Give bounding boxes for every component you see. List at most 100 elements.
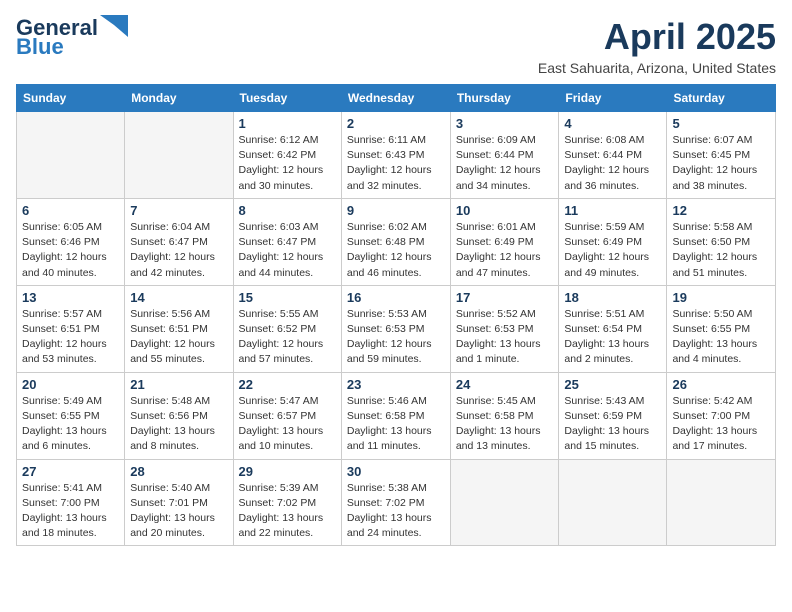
- title-area: April 2025 East Sahuarita, Arizona, Unit…: [538, 16, 776, 76]
- calendar-cell: 5 Sunrise: 6:07 AMSunset: 6:45 PMDaylight…: [667, 112, 776, 199]
- col-header-monday: Monday: [125, 85, 233, 112]
- calendar-cell: 13 Sunrise: 5:57 AMSunset: 6:51 PMDayligh…: [17, 285, 125, 372]
- col-header-saturday: Saturday: [667, 85, 776, 112]
- calendar-cell: 21 Sunrise: 5:48 AMSunset: 6:56 PMDayligh…: [125, 372, 233, 459]
- col-header-tuesday: Tuesday: [233, 85, 341, 112]
- day-number: 23: [347, 377, 445, 392]
- day-number: 12: [672, 203, 770, 218]
- day-info: Sunrise: 6:05 AMSunset: 6:46 PMDaylight:…: [22, 220, 119, 281]
- calendar-cell: 4Sunrise: 6:08 AMSunset: 6:44 PMDaylight…: [559, 112, 667, 199]
- day-number: 13: [22, 290, 119, 305]
- calendar-cell: 23 Sunrise: 5:46 AMSunset: 6:58 PMDayligh…: [341, 372, 450, 459]
- calendar-cell: 12 Sunrise: 5:58 AMSunset: 6:50 PMDayligh…: [667, 198, 776, 285]
- calendar-cell: 24 Sunrise: 5:45 AMSunset: 6:58 PMDayligh…: [450, 372, 559, 459]
- location-title: East Sahuarita, Arizona, United States: [538, 60, 776, 76]
- day-info: Sunrise: 6:02 AMSunset: 6:48 PMDaylight:…: [347, 220, 445, 281]
- day-info: Sunrise: 5:58 AMSunset: 6:50 PMDaylight:…: [672, 220, 770, 281]
- day-number: 11: [564, 203, 661, 218]
- calendar-cell: 26 Sunrise: 5:42 AMSunset: 7:00 PMDayligh…: [667, 372, 776, 459]
- day-info: Sunrise: 6:01 AMSunset: 6:49 PMDaylight:…: [456, 220, 554, 281]
- day-number: 3: [456, 116, 554, 131]
- calendar-cell: [559, 459, 667, 546]
- page-header: General Blue April 2025 East Sahuarita, …: [16, 16, 776, 76]
- calendar-cell: 14 Sunrise: 5:56 AMSunset: 6:51 PMDayligh…: [125, 285, 233, 372]
- day-info: Sunrise: 5:42 AMSunset: 7:00 PMDaylight:…: [672, 394, 770, 455]
- day-info: Sunrise: 5:50 AMSunset: 6:55 PMDaylight:…: [672, 307, 770, 368]
- day-number: 4: [564, 116, 661, 131]
- calendar-cell: 19 Sunrise: 5:50 AMSunset: 6:55 PMDayligh…: [667, 285, 776, 372]
- day-info: Sunrise: 5:49 AMSunset: 6:55 PMDaylight:…: [22, 394, 119, 455]
- calendar-cell: [667, 459, 776, 546]
- week-row-3: 13 Sunrise: 5:57 AMSunset: 6:51 PMDayligh…: [17, 285, 776, 372]
- day-number: 1: [239, 116, 336, 131]
- calendar-cell: [17, 112, 125, 199]
- day-info: Sunrise: 6:11 AMSunset: 6:43 PMDaylight:…: [347, 133, 445, 194]
- calendar-cell: 3 Sunrise: 6:09 AMSunset: 6:44 PMDaylight…: [450, 112, 559, 199]
- day-info: Sunrise: 6:03 AMSunset: 6:47 PMDaylight:…: [239, 220, 336, 281]
- calendar-cell: 15 Sunrise: 5:55 AMSunset: 6:52 PMDayligh…: [233, 285, 341, 372]
- calendar-cell: 18 Sunrise: 5:51 AMSunset: 6:54 PMDayligh…: [559, 285, 667, 372]
- day-info: Sunrise: 5:55 AMSunset: 6:52 PMDaylight:…: [239, 307, 336, 368]
- day-number: 15: [239, 290, 336, 305]
- day-info: Sunrise: 5:57 AMSunset: 6:51 PMDaylight:…: [22, 307, 119, 368]
- logo-icon: [100, 15, 128, 37]
- day-number: 18: [564, 290, 661, 305]
- day-info: Sunrise: 5:45 AMSunset: 6:58 PMDaylight:…: [456, 394, 554, 455]
- day-number: 8: [239, 203, 336, 218]
- day-info: Sunrise: 5:52 AMSunset: 6:53 PMDaylight:…: [456, 307, 554, 368]
- calendar-cell: 17 Sunrise: 5:52 AMSunset: 6:53 PMDayligh…: [450, 285, 559, 372]
- day-number: 10: [456, 203, 554, 218]
- day-info: Sunrise: 5:53 AMSunset: 6:53 PMDaylight:…: [347, 307, 445, 368]
- day-number: 16: [347, 290, 445, 305]
- day-number: 25: [564, 377, 661, 392]
- day-info: Sunrise: 5:47 AMSunset: 6:57 PMDaylight:…: [239, 394, 336, 455]
- calendar-cell: 6 Sunrise: 6:05 AMSunset: 6:46 PMDaylight…: [17, 198, 125, 285]
- day-number: 21: [130, 377, 227, 392]
- calendar-cell: 30 Sunrise: 5:38 AMSunset: 7:02 PMDayligh…: [341, 459, 450, 546]
- week-row-1: 1 Sunrise: 6:12 AMSunset: 6:42 PMDaylight…: [17, 112, 776, 199]
- calendar-header-row: SundayMondayTuesdayWednesdayThursdayFrid…: [17, 85, 776, 112]
- calendar-cell: 20 Sunrise: 5:49 AMSunset: 6:55 PMDayligh…: [17, 372, 125, 459]
- day-info: Sunrise: 6:09 AMSunset: 6:44 PMDaylight:…: [456, 133, 554, 194]
- day-info: Sunrise: 5:38 AMSunset: 7:02 PMDaylight:…: [347, 481, 445, 542]
- day-info: Sunrise: 6:07 AMSunset: 6:45 PMDaylight:…: [672, 133, 770, 194]
- day-info: Sunrise: 5:41 AMSunset: 7:00 PMDaylight:…: [22, 481, 119, 542]
- day-info: Sunrise: 6:12 AMSunset: 6:42 PMDaylight:…: [239, 133, 336, 194]
- week-row-4: 20 Sunrise: 5:49 AMSunset: 6:55 PMDayligh…: [17, 372, 776, 459]
- logo: General Blue: [16, 16, 128, 58]
- col-header-sunday: Sunday: [17, 85, 125, 112]
- day-number: 6: [22, 203, 119, 218]
- day-number: 20: [22, 377, 119, 392]
- day-info: Sunrise: 5:48 AMSunset: 6:56 PMDaylight:…: [130, 394, 227, 455]
- day-number: 30: [347, 464, 445, 479]
- day-info: Sunrise: 5:51 AMSunset: 6:54 PMDaylight:…: [564, 307, 661, 368]
- calendar-cell: 11 Sunrise: 5:59 AMSunset: 6:49 PMDayligh…: [559, 198, 667, 285]
- calendar-cell: 9 Sunrise: 6:02 AMSunset: 6:48 PMDaylight…: [341, 198, 450, 285]
- logo-blue-text: Blue: [16, 36, 64, 58]
- day-number: 14: [130, 290, 227, 305]
- day-number: 28: [130, 464, 227, 479]
- day-number: 5: [672, 116, 770, 131]
- day-info: Sunrise: 5:39 AMSunset: 7:02 PMDaylight:…: [239, 481, 336, 542]
- day-number: 19: [672, 290, 770, 305]
- month-title: April 2025: [538, 16, 776, 58]
- week-row-2: 6 Sunrise: 6:05 AMSunset: 6:46 PMDaylight…: [17, 198, 776, 285]
- calendar-cell: 8 Sunrise: 6:03 AMSunset: 6:47 PMDaylight…: [233, 198, 341, 285]
- day-info: Sunrise: 5:59 AMSunset: 6:49 PMDaylight:…: [564, 220, 661, 281]
- calendar-cell: 2 Sunrise: 6:11 AMSunset: 6:43 PMDaylight…: [341, 112, 450, 199]
- day-number: 2: [347, 116, 445, 131]
- day-info: Sunrise: 5:46 AMSunset: 6:58 PMDaylight:…: [347, 394, 445, 455]
- calendar-cell: 28Sunrise: 5:40 AMSunset: 7:01 PMDayligh…: [125, 459, 233, 546]
- day-info: Sunrise: 5:56 AMSunset: 6:51 PMDaylight:…: [130, 307, 227, 368]
- day-number: 22: [239, 377, 336, 392]
- calendar-cell: 27Sunrise: 5:41 AMSunset: 7:00 PMDayligh…: [17, 459, 125, 546]
- col-header-friday: Friday: [559, 85, 667, 112]
- calendar-cell: 22 Sunrise: 5:47 AMSunset: 6:57 PMDayligh…: [233, 372, 341, 459]
- day-number: 9: [347, 203, 445, 218]
- day-number: 26: [672, 377, 770, 392]
- day-info: Sunrise: 5:43 AMSunset: 6:59 PMDaylight:…: [564, 394, 661, 455]
- calendar-cell: 25 Sunrise: 5:43 AMSunset: 6:59 PMDayligh…: [559, 372, 667, 459]
- day-number: 24: [456, 377, 554, 392]
- calendar-table: SundayMondayTuesdayWednesdayThursdayFrid…: [16, 84, 776, 546]
- day-number: 17: [456, 290, 554, 305]
